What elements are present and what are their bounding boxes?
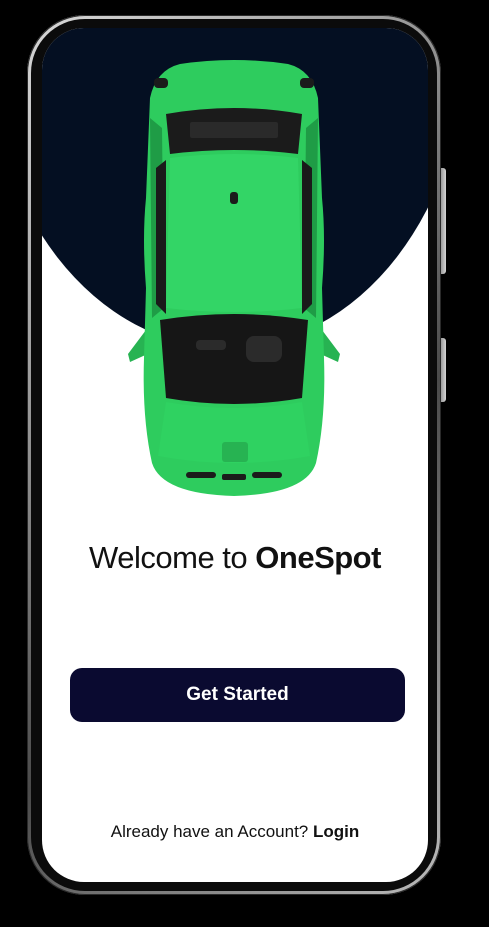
brand-name: OneSpot (255, 540, 381, 575)
login-link[interactable]: Login (313, 822, 359, 841)
welcome-heading: Welcome to OneSpot (42, 540, 428, 576)
login-prompt: Already have an Account? Login (42, 822, 428, 842)
login-prompt-text: Already have an Account? (110, 822, 309, 841)
welcome-prefix: Welcome to (89, 540, 248, 575)
phone-volume-button (441, 168, 446, 274)
app-stage: Welcome to OneSpot Get Started Already h… (0, 0, 489, 927)
car-top-view-image (128, 60, 340, 496)
get-started-button[interactable]: Get Started (70, 668, 405, 722)
phone-power-button (441, 338, 446, 402)
onboarding-screen: Welcome to OneSpot Get Started Already h… (42, 28, 428, 882)
